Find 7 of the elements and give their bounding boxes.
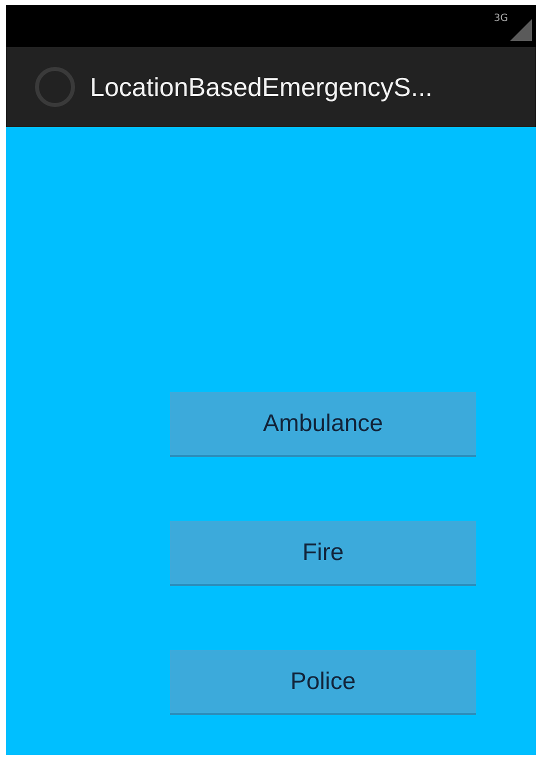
network-label: 3G	[494, 13, 508, 24]
emergency-button[interactable]: Police	[170, 650, 476, 715]
app-icon	[34, 66, 76, 108]
signal-icon	[510, 19, 532, 41]
emergency-button[interactable]: Fire	[170, 521, 476, 586]
app-title: LocationBasedEmergencyS...	[90, 72, 433, 102]
emergency-button[interactable]: Ambulance	[170, 392, 476, 457]
